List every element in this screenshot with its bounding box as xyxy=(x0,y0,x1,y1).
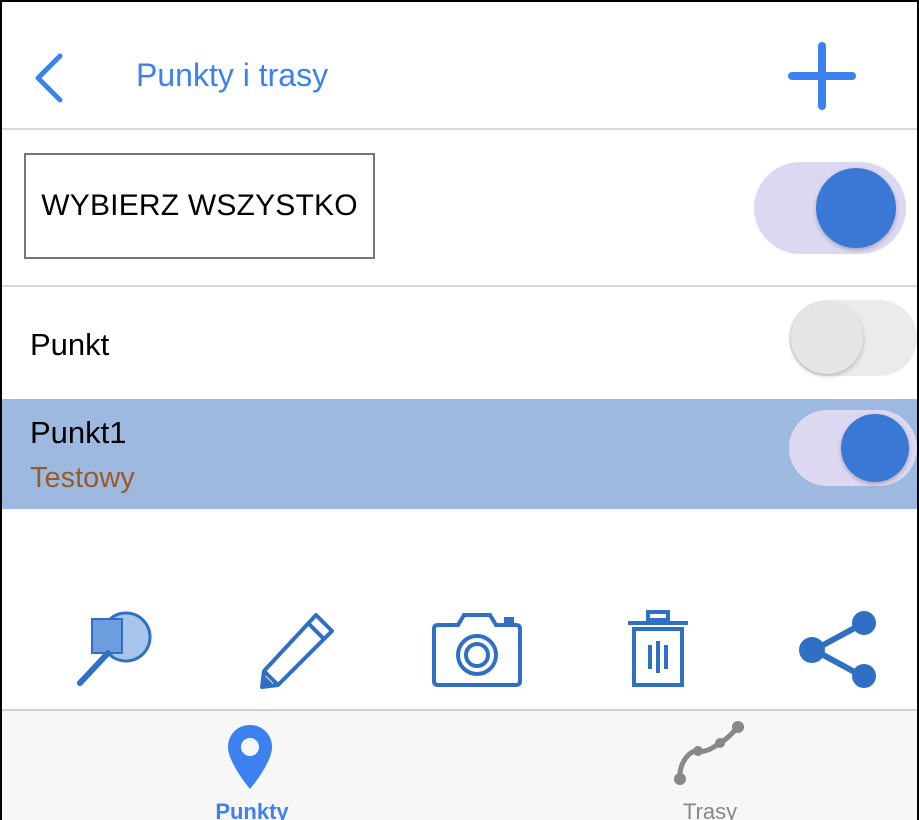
share-button[interactable] xyxy=(798,610,880,690)
share-icon xyxy=(799,611,876,688)
search-on-map-button[interactable] xyxy=(74,609,156,689)
app-frame: Punkty i trasy WYBIERZ WSZYSTKO Punkt Pu… xyxy=(0,0,919,820)
tab-bar: Punkty Trasy xyxy=(2,709,917,820)
tab-label: Trasy xyxy=(682,799,738,820)
add-button[interactable] xyxy=(788,42,856,110)
point-toggle[interactable] xyxy=(789,300,917,376)
pencil-icon xyxy=(260,613,334,689)
nav-header: Punkty i trasy xyxy=(2,2,917,128)
plus-icon xyxy=(788,42,856,110)
point-name: Punkt xyxy=(30,327,110,362)
page-title: Punkty i trasy xyxy=(136,57,329,93)
tab-label: Punkty xyxy=(215,799,289,820)
tab-punkty[interactable]: Punkty xyxy=(142,711,362,820)
list-item[interactable]: Punkt xyxy=(2,289,917,399)
select-all-button[interactable]: WYBIERZ WSZYSTKO xyxy=(24,153,375,259)
trash-icon xyxy=(628,610,688,687)
magnify-layers-icon xyxy=(77,611,152,686)
point-name: Punkt1 xyxy=(30,415,127,450)
map-pin-icon xyxy=(228,725,272,789)
tab-trasy[interactable]: Trasy xyxy=(600,711,820,820)
route-icon xyxy=(674,721,744,785)
point-toggle[interactable] xyxy=(789,410,917,486)
camera-icon xyxy=(432,613,522,687)
header-divider xyxy=(2,128,917,130)
point-subtitle: Testowy xyxy=(30,462,135,494)
back-button[interactable] xyxy=(24,50,74,106)
toggle-knob xyxy=(816,168,896,248)
delete-button[interactable] xyxy=(626,609,690,689)
chevron-left-icon xyxy=(35,53,63,103)
camera-button[interactable] xyxy=(430,611,524,689)
edit-button[interactable] xyxy=(256,611,336,691)
toggle-knob xyxy=(841,414,909,482)
toggle-knob xyxy=(791,302,863,374)
list-item-selected[interactable]: Punkt1 Testowy xyxy=(2,399,917,509)
select-all-toggle[interactable] xyxy=(754,162,906,254)
select-all-divider xyxy=(2,285,917,287)
